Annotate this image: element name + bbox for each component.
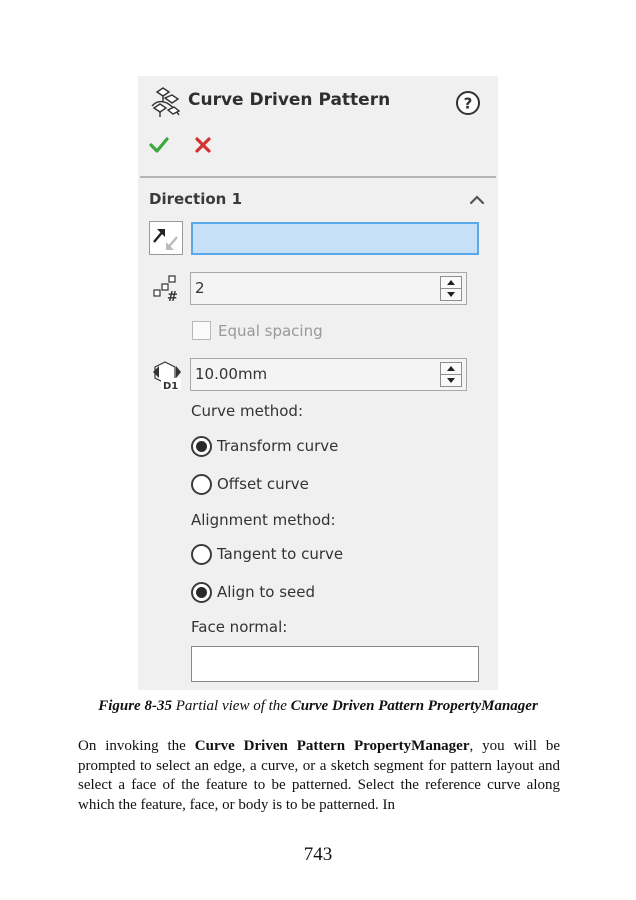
- spacing-field[interactable]: 10.00mm: [190, 358, 467, 391]
- face-normal-selection-box[interactable]: [191, 646, 479, 682]
- figure-caption: Figure 8-35 Partial view of the Curve Dr…: [0, 698, 636, 715]
- radio-transform-curve-label[interactable]: Transform curve: [217, 437, 338, 455]
- radio-offset-curve[interactable]: [191, 474, 212, 495]
- face-normal-label: Face normal:: [191, 618, 288, 636]
- arrow-down-icon: [447, 292, 455, 297]
- body-lead: On invoking the: [78, 738, 186, 754]
- help-icon[interactable]: ?: [455, 90, 481, 116]
- reverse-direction-icon: [153, 229, 178, 250]
- radio-tangent-to-curve[interactable]: [191, 544, 212, 565]
- body-paragraph: On invoking the Curve Driven Pattern Pro…: [78, 737, 560, 815]
- radio-transform-curve[interactable]: [191, 436, 212, 457]
- body-emphasis: Curve Driven Pattern PropertyManager: [194, 738, 470, 754]
- property-manager-panel: Curve Driven Pattern ? Direction 1 # 2 E…: [138, 76, 498, 690]
- instance-count-field[interactable]: 2: [190, 272, 467, 305]
- svg-text:?: ?: [464, 95, 473, 113]
- spacing-icon: D1: [153, 361, 181, 392]
- figure-number: Figure 8-35: [98, 698, 172, 714]
- alignment-method-label: Alignment method:: [191, 511, 336, 529]
- arrow-up-icon: [447, 280, 455, 285]
- radio-align-to-seed[interactable]: [191, 582, 212, 603]
- spin-down-button[interactable]: [441, 289, 461, 300]
- radio-offset-curve-label[interactable]: Offset curve: [217, 475, 309, 493]
- arrow-up-icon: [447, 366, 455, 371]
- spin-up-button[interactable]: [441, 277, 461, 289]
- cancel-x-icon[interactable]: [192, 134, 214, 156]
- spin-down-button[interactable]: [441, 375, 461, 386]
- instance-count-value: 2: [195, 279, 205, 297]
- pattern-direction-selection-box[interactable]: [191, 222, 479, 255]
- collapse-chevron-icon[interactable]: [468, 192, 486, 206]
- radio-tangent-to-curve-label[interactable]: Tangent to curve: [217, 545, 343, 563]
- curve-method-label: Curve method:: [191, 402, 304, 420]
- svg-text:#: #: [167, 290, 178, 305]
- instances-icon: #: [153, 275, 178, 305]
- equal-spacing-checkbox[interactable]: [192, 321, 211, 340]
- spacing-spinner[interactable]: [440, 362, 462, 387]
- spacing-icon-label: D1: [163, 381, 178, 392]
- caption-text: Partial view of the: [175, 698, 287, 714]
- direction-1-header[interactable]: Direction 1: [149, 190, 242, 208]
- curve-driven-pattern-icon: [151, 87, 181, 117]
- spin-up-button[interactable]: [441, 363, 461, 375]
- caption-emphasis: Curve Driven Pattern PropertyManager: [290, 698, 538, 714]
- equal-spacing-label: Equal spacing: [218, 322, 323, 340]
- page-number: 743: [303, 844, 333, 865]
- radio-align-to-seed-label[interactable]: Align to seed: [217, 583, 315, 601]
- spacing-value: 10.00mm: [195, 365, 268, 383]
- ok-check-icon[interactable]: [148, 134, 170, 156]
- arrow-down-icon: [447, 378, 455, 383]
- header-divider: [140, 176, 496, 178]
- instance-count-spinner[interactable]: [440, 276, 462, 301]
- property-manager-title: Curve Driven Pattern: [188, 90, 391, 110]
- reverse-direction-button[interactable]: [149, 221, 183, 255]
